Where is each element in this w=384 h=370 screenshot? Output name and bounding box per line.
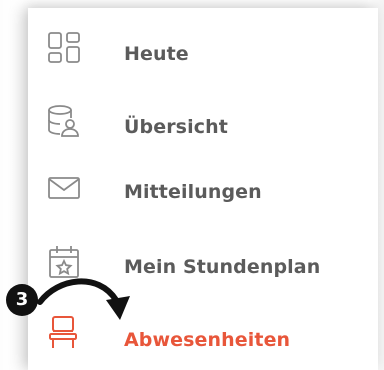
dashboard-grid-icon [46, 30, 82, 66]
curved-arrow-icon [37, 278, 130, 320]
menu-item-label: Abwesenheiten [124, 329, 291, 351]
menu-item-heute[interactable]: Heute [28, 14, 378, 84]
menu-item-label: Mein Stundenplan [124, 256, 321, 278]
screenshot-stage: Heute Übersicht Mitteilungen Mein Stunde… [0, 0, 384, 370]
database-user-icon [46, 104, 82, 140]
menu-item-uebersicht[interactable]: Übersicht [28, 84, 378, 154]
menu-item-label: Übersicht [124, 116, 228, 138]
menu-item-label: Mitteilungen [124, 181, 262, 203]
envelope-icon [46, 170, 82, 206]
menu-item-mitteilungen[interactable]: Mitteilungen [28, 154, 378, 224]
step-number-badge: 3 [6, 284, 38, 316]
menu-item-label: Heute [124, 43, 189, 65]
